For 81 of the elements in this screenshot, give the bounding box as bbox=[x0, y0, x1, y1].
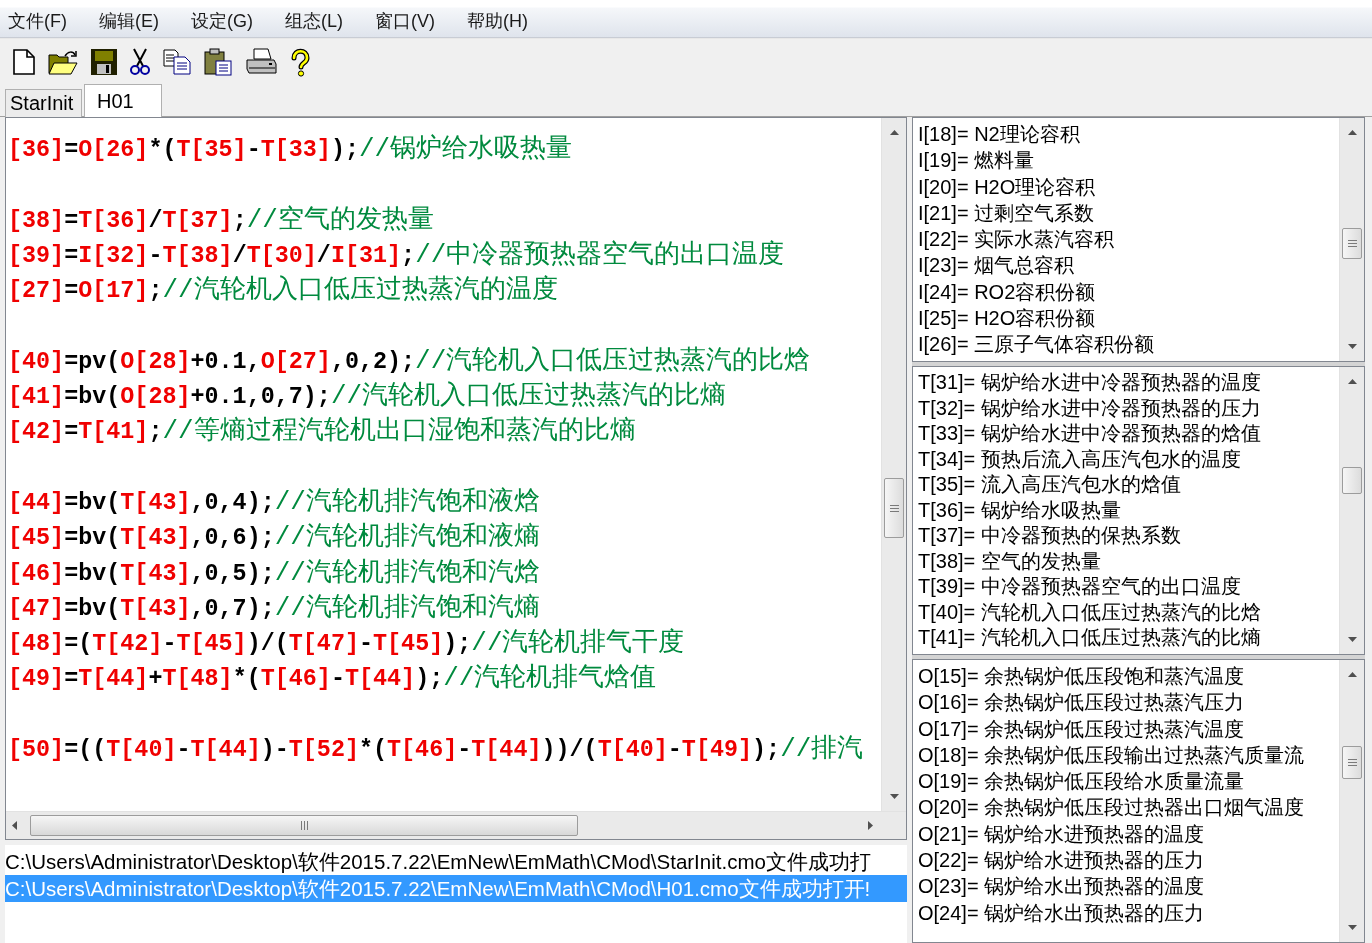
code-line: [49]=T[44]+T[48]*(T[46]-T[44]);//汽轮机排气焓值 bbox=[8, 662, 657, 696]
list-item[interactable]: T[38]= 空气的发热量 bbox=[918, 548, 1101, 574]
list-item[interactable]: I[21]= 过剩空气系数 bbox=[918, 199, 1095, 227]
log-line[interactable]: C:\Users\Administrator\Desktop\软件2015.7.22\EmNew\EmMath\CMod\StarInit.cmo文件成功打 bbox=[5, 848, 907, 875]
blank-page-icon[interactable] bbox=[13, 49, 35, 75]
list-item[interactable]: T[37]= 中冷器预热的保热系数 bbox=[918, 523, 1181, 549]
list-item[interactable]: O[19]= 余热锅炉低压段给水质量流量 bbox=[918, 768, 1245, 795]
list-item[interactable]: I[19]= 燃料量 bbox=[918, 147, 1035, 174]
scroll-up-icon[interactable] bbox=[1348, 130, 1357, 135]
menu-item[interactable]: 文件(F) bbox=[8, 9, 67, 33]
scroll-up-icon[interactable] bbox=[890, 130, 899, 135]
vertical-scrollbar[interactable] bbox=[1339, 367, 1364, 654]
code-line: [38]=T[36]/T[37];//空气的发热量 bbox=[8, 203, 434, 237]
clipboard-icon[interactable] bbox=[204, 48, 232, 76]
code-line: [48]=(T[42]-T[45])/(T[47]-T[45]);//汽轮机排气干度 bbox=[8, 627, 685, 661]
printer-icon[interactable] bbox=[245, 48, 277, 76]
vertical-scrollbar[interactable] bbox=[1339, 118, 1364, 361]
scroll-right-icon[interactable] bbox=[868, 821, 873, 830]
list-item[interactable]: O[18]= 余热锅炉低压段输出过热蒸汽质量流 bbox=[918, 741, 1305, 769]
list-item[interactable]: T[35]= 流入高压汽包水的焓值 bbox=[918, 472, 1181, 498]
menu-item[interactable]: 组态(L) bbox=[285, 9, 343, 33]
menu-item[interactable]: 编辑(E) bbox=[99, 9, 159, 33]
question-mark-icon[interactable] bbox=[290, 47, 311, 77]
list-item[interactable]: O[16]= 余热锅炉低压段过热蒸汽压力 bbox=[918, 689, 1245, 716]
scroll-up-icon[interactable] bbox=[1348, 379, 1357, 384]
scroll-down-icon[interactable] bbox=[1348, 925, 1357, 930]
list-item[interactable]: O[23]= 锅炉给水出预热器的温度 bbox=[918, 873, 1205, 900]
scrollbar-thumb[interactable] bbox=[1342, 746, 1362, 779]
list-item[interactable]: T[34]= 预热后流入高压汽包水的温度 bbox=[918, 446, 1241, 472]
tab[interactable]: StarInit bbox=[5, 89, 82, 117]
list-item[interactable]: T[31]= 锅炉给水进中冷器预热器的温度 bbox=[918, 370, 1261, 396]
list-item[interactable]: T[32]= 锅炉给水进中冷器预热器的压力 bbox=[918, 395, 1261, 421]
menu-item[interactable]: 帮助(H) bbox=[467, 9, 528, 33]
vertical-scrollbar[interactable] bbox=[1339, 660, 1364, 942]
code-line: [46]=bv(T[43],0,5);//汽轮机排汽饱和汽焓 bbox=[8, 556, 540, 590]
list-item[interactable]: I[23]= 烟气总容积 bbox=[918, 252, 1075, 279]
folder-icon[interactable] bbox=[48, 49, 78, 75]
horizontal-scrollbar[interactable] bbox=[6, 811, 906, 839]
code-line: [39]=I[32]-T[38]/T[30]/I[31];//中冷器预热器空气的出口温度 bbox=[8, 238, 785, 272]
list-item[interactable]: O[15]= 余热锅炉低压段饱和蒸汽温度 bbox=[918, 663, 1245, 690]
code-line: [47]=bv(T[43],0,7);//汽轮机排汽饱和汽熵 bbox=[8, 591, 540, 625]
scroll-down-icon[interactable] bbox=[1348, 344, 1357, 349]
list-item[interactable]: O[17]= 余热锅炉低压段过热蒸汽温度 bbox=[918, 715, 1245, 742]
code-line: [27]=O[17];//汽轮机入口低压过热蒸汽的温度 bbox=[8, 274, 558, 308]
code-editor[interactable] bbox=[5, 117, 907, 840]
list-item[interactable]: T[39]= 中冷器预热器空气的出口温度 bbox=[918, 574, 1241, 600]
menu-item[interactable]: 设定(G) bbox=[191, 9, 253, 33]
code-line: [50]=((T[40]-T[44])-T[52]*(T[46]-T[44]))/(T[40]-T[49]);//排汽 bbox=[8, 733, 864, 767]
code-line: [40]=pv(O[28]+0.1,O[27],0,2);//汽轮机入口低压过热蒸汽的比焓 bbox=[8, 344, 811, 378]
code-line: [42]=T[41];//等熵过程汽轮机出口湿饱和蒸汽的比熵 bbox=[8, 415, 636, 449]
scroll-down-icon[interactable] bbox=[890, 794, 899, 799]
scrollbar-thumb[interactable] bbox=[1342, 228, 1362, 259]
tab[interactable]: H01 bbox=[84, 84, 162, 117]
code-line: [45]=bv(T[43],0,6);//汽轮机排汽饱和液熵 bbox=[8, 521, 540, 555]
code-line: [44]=bv(T[43],0,4);//汽轮机排汽饱和液焓 bbox=[8, 485, 540, 519]
list-item[interactable]: T[40]= 汽轮机入口低压过热蒸汽的比焓 bbox=[918, 599, 1261, 625]
list-item[interactable]: I[25]= H2O容积份额 bbox=[918, 305, 1096, 332]
scroll-down-icon[interactable] bbox=[1348, 637, 1357, 642]
vertical-scrollbar[interactable] bbox=[881, 118, 906, 811]
list-item[interactable]: O[21]= 锅炉给水进预热器的温度 bbox=[918, 820, 1205, 848]
code-line: [36]=O[26]*(T[35]-T[33]);//锅炉给水吸热量 bbox=[8, 133, 573, 166]
list-item[interactable]: O[22]= 锅炉给水进预热器的压力 bbox=[918, 847, 1205, 874]
scroll-left-icon[interactable] bbox=[12, 821, 17, 830]
scissors-icon[interactable] bbox=[130, 48, 150, 76]
list-item[interactable]: I[20]= H2O理论容积 bbox=[918, 173, 1096, 200]
list-item[interactable]: I[26]= 三原子气体容积份额 bbox=[918, 331, 1155, 358]
list-item[interactable]: T[33]= 锅炉给水进中冷器预热器的焓值 bbox=[918, 421, 1261, 447]
list-item[interactable]: I[18]= N2理论容积 bbox=[918, 121, 1080, 148]
code-line: [41]=bv(O[28]+0.1,0,7);//汽轮机入口低压过热蒸汽的比熵 bbox=[8, 380, 727, 414]
list-item[interactable]: O[20]= 余热锅炉低压段过热器出口烟气温度 bbox=[918, 794, 1305, 821]
list-item[interactable]: O[24]= 锅炉给水出预热器的压力 bbox=[918, 899, 1205, 926]
list-item[interactable]: I[22]= 实际水蒸汽容积 bbox=[918, 226, 1115, 253]
list-item[interactable]: T[36]= 锅炉给水吸热量 bbox=[918, 497, 1121, 523]
scroll-up-icon[interactable] bbox=[1348, 672, 1357, 677]
menu-item[interactable]: 窗口(V) bbox=[375, 9, 435, 33]
scrollbar-thumb[interactable] bbox=[1342, 467, 1362, 494]
scrollbar-thumb[interactable] bbox=[30, 815, 578, 836]
list-item[interactable]: T[41]= 汽轮机入口低压过热蒸汽的比熵 bbox=[918, 625, 1261, 651]
scrollbar-thumb[interactable] bbox=[884, 478, 904, 538]
list-item[interactable]: I[24]= RO2容积份额 bbox=[918, 278, 1096, 306]
two-pages-icon[interactable] bbox=[163, 49, 191, 75]
